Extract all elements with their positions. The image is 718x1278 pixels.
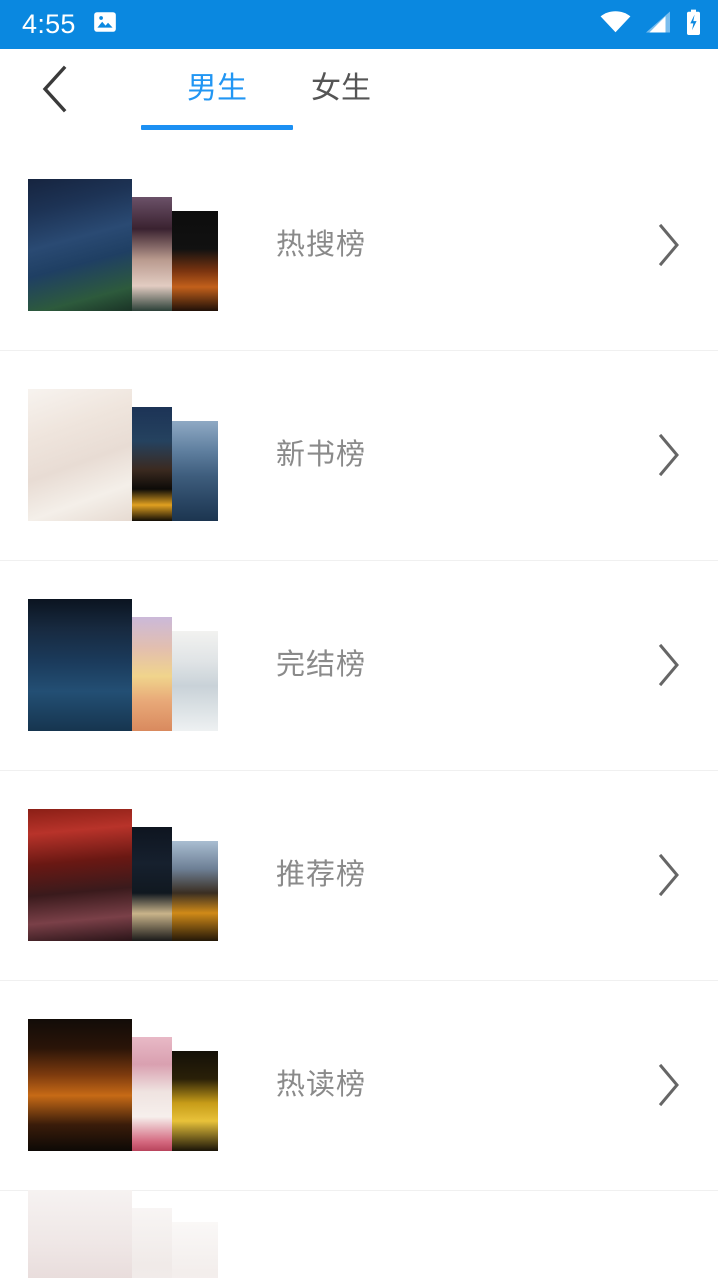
ranking-title: 推荐榜 — [276, 858, 367, 891]
app-screen: 4:55 男生 女生 热搜榜 新书榜 完结榜 推荐榜 热读榜 — [0, 0, 718, 1278]
book-cover-1 — [28, 389, 132, 521]
chevron-right-icon[interactable] — [646, 643, 690, 687]
cellular-signal-icon — [644, 10, 672, 39]
cover-stack — [28, 389, 223, 521]
book-cover-1 — [28, 1190, 132, 1278]
tab-male-label: 男生 — [187, 72, 247, 105]
ranking-title: 完结榜 — [276, 648, 367, 681]
chevron-right-icon[interactable] — [646, 1063, 690, 1107]
list-item[interactable]: 热搜榜 — [0, 140, 718, 350]
list-item[interactable] — [0, 1190, 718, 1278]
list-item[interactable]: 热读榜 — [0, 980, 718, 1190]
chevron-right-icon[interactable] — [646, 223, 690, 267]
book-cover-1 — [28, 1019, 132, 1151]
wifi-icon — [600, 10, 631, 39]
gender-tab-bar: 男生 女生 — [141, 49, 372, 130]
tab-active-indicator — [141, 125, 293, 130]
chevron-left-icon — [40, 65, 70, 118]
image-icon — [92, 9, 118, 40]
status-bar: 4:55 — [0, 0, 718, 49]
cover-stack — [28, 1190, 223, 1278]
tab-male[interactable]: 男生 — [141, 49, 293, 130]
ranking-title: 新书榜 — [276, 438, 367, 471]
list-item[interactable]: 推荐榜 — [0, 770, 718, 980]
chevron-right-icon[interactable] — [646, 853, 690, 897]
back-button[interactable] — [24, 63, 86, 119]
cover-stack — [28, 809, 223, 941]
list-item[interactable]: 完结榜 — [0, 560, 718, 770]
status-bar-left: 4:55 — [22, 9, 118, 40]
cover-stack — [28, 1019, 223, 1151]
cover-stack — [28, 179, 223, 311]
status-clock: 4:55 — [22, 9, 76, 39]
tab-female-label: 女生 — [311, 72, 371, 105]
status-bar-right — [600, 9, 702, 41]
battery-charging-icon — [685, 9, 702, 41]
navigation-bar: 男生 女生 — [0, 49, 718, 140]
book-cover-1 — [28, 179, 132, 311]
ranking-title: 热读榜 — [276, 1068, 367, 1101]
book-cover-1 — [28, 599, 132, 731]
tab-female[interactable]: 女生 — [310, 49, 372, 104]
ranking-list: 热搜榜 新书榜 完结榜 推荐榜 热读榜 — [0, 140, 718, 1278]
ranking-title: 热搜榜 — [276, 228, 367, 261]
chevron-right-icon[interactable] — [646, 433, 690, 477]
cover-stack — [28, 599, 223, 731]
book-cover-1 — [28, 809, 132, 941]
list-item[interactable]: 新书榜 — [0, 350, 718, 560]
